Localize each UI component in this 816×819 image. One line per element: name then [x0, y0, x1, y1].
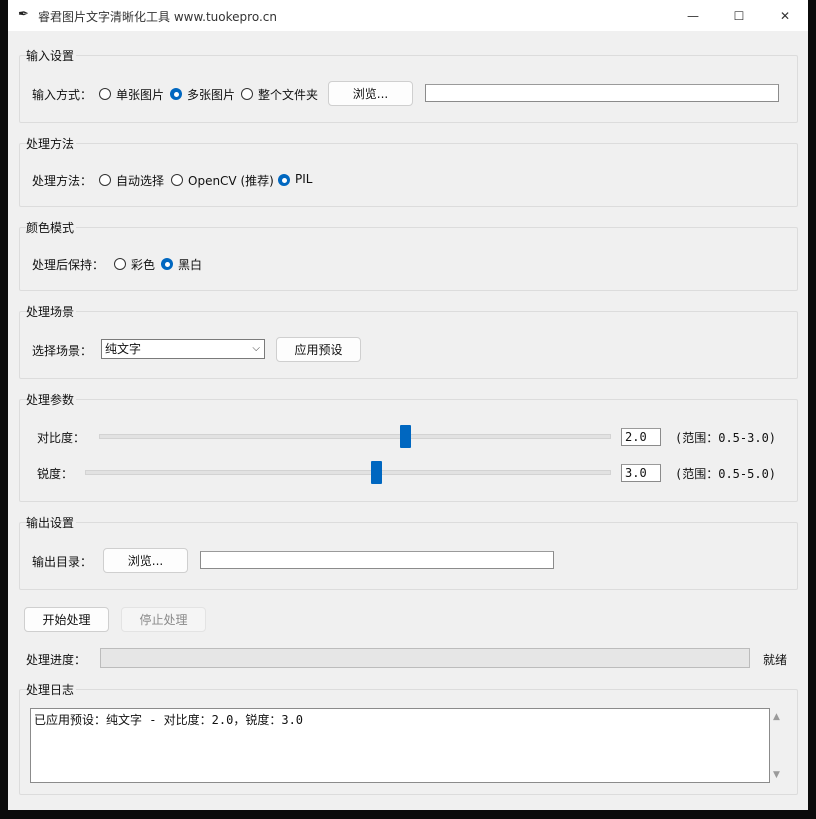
- radio-single-image-label[interactable]: 单张图片: [116, 86, 164, 103]
- sharpness-value-field[interactable]: 3.0: [621, 464, 661, 482]
- scroll-up-icon[interactable]: ▲: [773, 712, 780, 722]
- title-bar: ✒ 睿君图片文字清晰化工具 www.tuokepro.cn — ☐ ✕: [8, 0, 808, 31]
- input-settings-title: 输入设置: [26, 47, 77, 64]
- output-path-field[interactable]: [200, 551, 554, 569]
- contrast-value-field[interactable]: 2.0: [621, 428, 661, 446]
- params-group: [19, 399, 798, 502]
- progress-label: 处理进度：: [26, 653, 87, 667]
- output-title: 输出设置: [26, 514, 77, 531]
- scene-label: 选择场景：: [32, 344, 93, 358]
- params-title: 处理参数: [26, 391, 77, 408]
- scene-select-value: 纯文字: [105, 342, 142, 356]
- radio-pil[interactable]: [278, 174, 290, 186]
- window-title: 睿君图片文字清晰化工具 www.tuokepro.cn: [38, 10, 277, 24]
- radio-folder[interactable]: [241, 88, 253, 100]
- close-button[interactable]: ✕: [762, 0, 808, 31]
- radio-pil-label[interactable]: PIL: [295, 172, 312, 186]
- radio-multiple-images-label[interactable]: 多张图片: [187, 86, 235, 103]
- contrast-slider-track[interactable]: [99, 434, 611, 439]
- close-icon: ✕: [779, 8, 791, 23]
- stop-button[interactable]: 停止处理: [121, 607, 206, 632]
- radio-color[interactable]: [114, 258, 126, 270]
- app-window: ✒ 睿君图片文字清晰化工具 www.tuokepro.cn — ☐ ✕ 输入设置…: [8, 0, 808, 810]
- radio-opencv-label[interactable]: OpenCV (推荐): [188, 172, 274, 189]
- input-mode-label: 输入方式：: [32, 88, 93, 102]
- sharpness-range-text: (范围：0.5-5.0): [675, 467, 777, 481]
- minimize-button[interactable]: —: [670, 0, 716, 31]
- radio-opencv[interactable]: [171, 174, 183, 186]
- log-textarea[interactable]: 已应用预设：纯文字 - 对比度：2.0，锐度：3.0: [30, 708, 770, 783]
- radio-folder-label[interactable]: 整个文件夹: [258, 86, 318, 103]
- radio-auto-select-label[interactable]: 自动选择: [116, 172, 164, 189]
- chevron-down-icon[interactable]: ⌵: [252, 340, 260, 358]
- radio-multiple-images[interactable]: [170, 88, 182, 100]
- radio-auto-select[interactable]: [99, 174, 111, 186]
- contrast-range-text: (范围：0.5-3.0): [675, 431, 777, 445]
- sharpness-slider-track[interactable]: [85, 470, 611, 475]
- scene-title: 处理场景: [26, 303, 77, 320]
- input-path-field[interactable]: [425, 84, 779, 102]
- log-text: 已应用预设：纯文字 - 对比度：2.0，锐度：3.0: [34, 713, 304, 727]
- input-browse-button[interactable]: 浏览...: [328, 81, 413, 106]
- maximize-button[interactable]: ☐: [716, 0, 762, 31]
- radio-color-label[interactable]: 彩色: [131, 256, 155, 273]
- start-button[interactable]: 开始处理: [24, 607, 109, 632]
- scroll-down-icon[interactable]: ▼: [773, 770, 780, 780]
- output-dir-label: 输出目录：: [32, 555, 93, 569]
- feather-icon: ✒: [18, 7, 29, 22]
- maximize-icon: ☐: [733, 8, 745, 23]
- progress-bar: [100, 648, 750, 668]
- sharpness-label: 锐度：: [37, 467, 74, 481]
- output-browse-button[interactable]: 浏览...: [103, 548, 188, 573]
- contrast-slider-thumb[interactable]: [399, 425, 411, 448]
- radio-bw[interactable]: [161, 258, 173, 270]
- color-mode-label: 处理后保持：: [32, 258, 105, 272]
- status-text: 就绪: [763, 653, 788, 667]
- color-mode-title: 颜色模式: [26, 219, 77, 236]
- radio-bw-label[interactable]: 黑白: [178, 256, 202, 273]
- scene-select[interactable]: 纯文字 ⌵: [101, 339, 265, 359]
- radio-single-image[interactable]: [99, 88, 111, 100]
- minimize-icon: —: [687, 8, 699, 23]
- method-label: 处理方法：: [32, 174, 93, 188]
- contrast-label: 对比度：: [37, 431, 86, 445]
- apply-preset-button[interactable]: 应用预设: [276, 337, 361, 362]
- log-title: 处理日志: [26, 681, 77, 698]
- method-title: 处理方法: [26, 135, 77, 152]
- sharpness-slider-thumb[interactable]: [371, 461, 383, 484]
